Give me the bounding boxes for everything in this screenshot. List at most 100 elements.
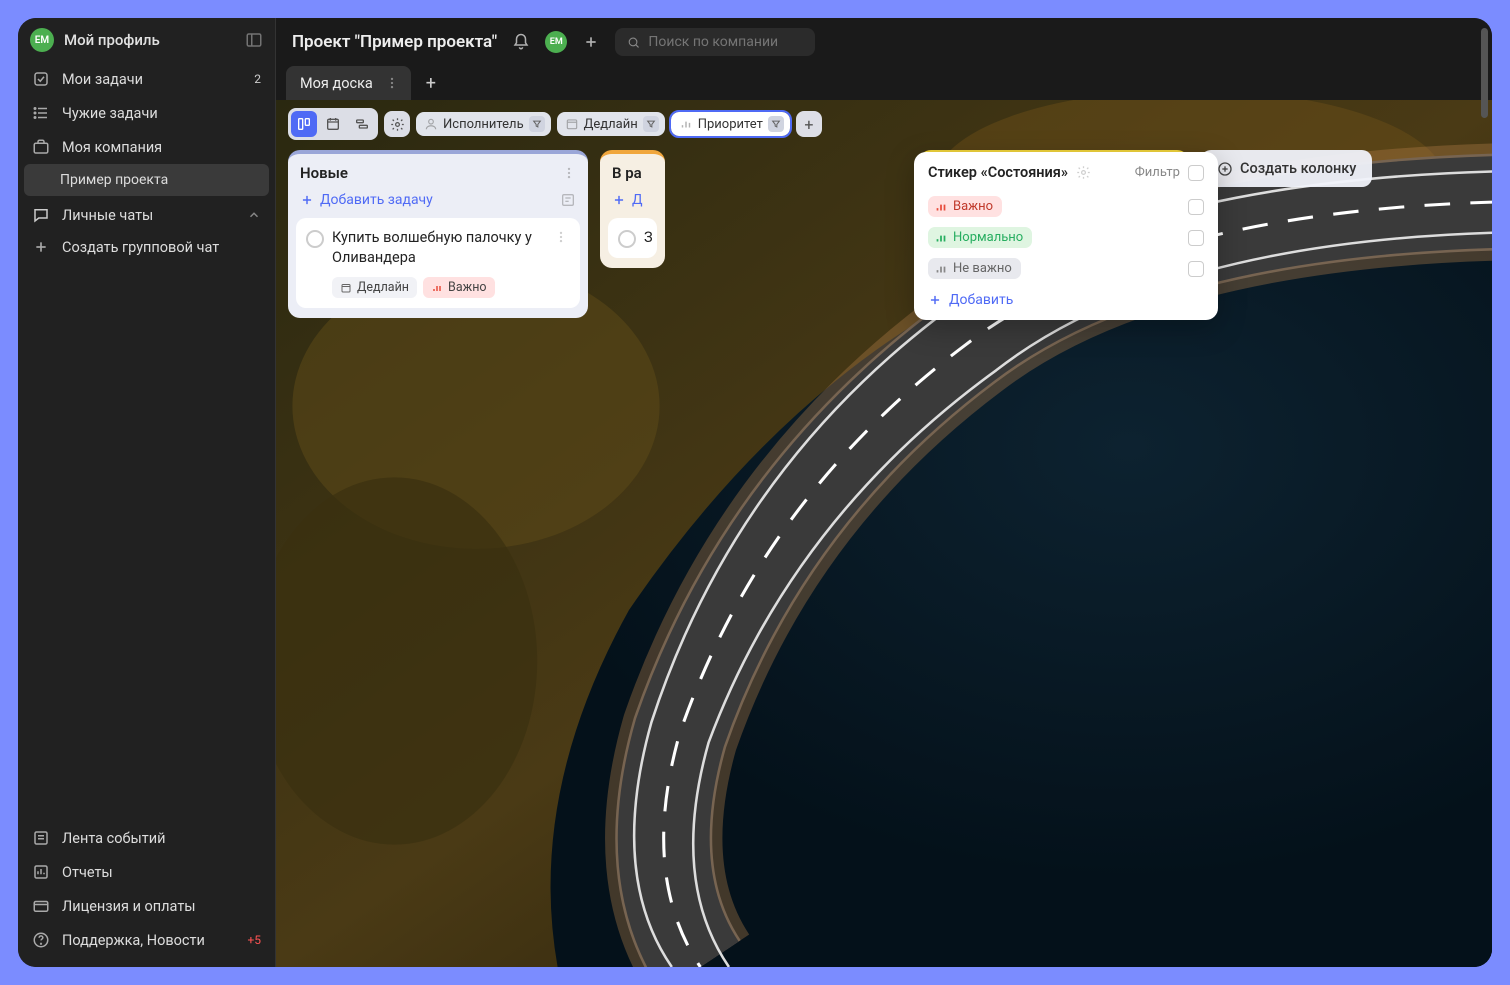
nav-label: Лицензия и оплаты <box>62 898 196 915</box>
task-card[interactable]: Купить волшебную палочку у Оливандера Де… <box>296 218 580 308</box>
tag-deadline[interactable]: Дедлайн <box>332 277 417 298</box>
create-group-chat[interactable]: Создать групповой чат <box>18 230 275 264</box>
add-icon[interactable] <box>581 32 601 52</box>
priority-label: Важно <box>953 199 993 214</box>
nav-label: Моя компания <box>62 139 162 156</box>
column-header: В ра <box>600 154 665 192</box>
add-column-label: Создать колонку <box>1240 160 1356 177</box>
nav-label: Поддержка, Новости <box>62 932 205 949</box>
popover-title: Стикер «Состояния» <box>928 164 1068 181</box>
nav-events[interactable]: Лента событий <box>18 821 275 855</box>
settings-button[interactable] <box>384 111 410 137</box>
section-label: Личные чаты <box>62 207 153 224</box>
filter-icon[interactable] <box>768 116 784 132</box>
calendar-icon <box>565 117 579 131</box>
bars-icon <box>934 262 948 276</box>
gear-icon[interactable] <box>1076 165 1091 180</box>
column-title: В ра <box>612 164 642 182</box>
bars-icon <box>934 231 948 245</box>
board-toolbar: Исполнитель Дедлайн Приоритет + <box>288 108 822 140</box>
option-checkbox[interactable] <box>1188 261 1204 277</box>
task-title: З <box>644 228 653 248</box>
add-task-button[interactable]: Добавить задачу <box>288 192 588 218</box>
timeline-view-button[interactable] <box>349 111 375 137</box>
option-checkbox[interactable] <box>1188 230 1204 246</box>
nav-my-tasks[interactable]: Мои задачи 2 <box>18 62 275 96</box>
priority-option-medium[interactable]: Нормально <box>928 222 1204 253</box>
project-title: Проект "Пример проекта" <box>292 32 497 52</box>
list-icon <box>32 104 50 122</box>
sidebar: EM Мой профиль Мои задачи 2 Чужие задачи… <box>18 18 276 967</box>
filter-icon[interactable] <box>643 116 659 132</box>
task-checkbox[interactable] <box>306 230 324 248</box>
tag-label: Важно <box>448 280 487 295</box>
search-box[interactable] <box>615 28 815 56</box>
card-menu-icon[interactable] <box>552 228 570 246</box>
tab-my-board[interactable]: Моя доска <box>286 66 411 100</box>
chip-deadline[interactable]: Дедлайн <box>557 112 665 136</box>
tag-priority-high[interactable]: Важно <box>423 277 495 298</box>
nav-others-tasks[interactable]: Чужие задачи <box>18 96 275 130</box>
add-tab-button[interactable]: + <box>419 71 443 95</box>
avatar: EM <box>30 28 54 52</box>
priority-label: Не важно <box>953 261 1012 276</box>
section-chats[interactable]: Личные чаты <box>18 196 275 230</box>
plus-circle-icon <box>1217 161 1233 177</box>
task-card[interactable]: З <box>608 218 657 258</box>
help-icon <box>32 931 50 949</box>
chip-assignee[interactable]: Исполнитель <box>416 112 551 136</box>
priority-option-low[interactable]: Не важно <box>928 253 1204 284</box>
filter-icon[interactable] <box>529 116 545 132</box>
task-checkbox[interactable] <box>618 230 636 248</box>
tab-label: Моя доска <box>300 75 373 92</box>
board: Исполнитель Дедлайн Приоритет + <box>276 100 1492 967</box>
plus-icon <box>928 293 942 307</box>
profile-row[interactable]: EM Мой профиль <box>18 18 275 62</box>
priority-popover: Стикер «Состояния» Фильтр Важно Нормальн… <box>914 152 1218 320</box>
bars-icon <box>934 200 948 214</box>
chip-priority[interactable]: Приоритет <box>671 112 790 136</box>
nav-label: Лента событий <box>62 830 166 847</box>
add-column-button[interactable]: Создать колонку <box>1201 150 1372 187</box>
add-task-button[interactable]: Д <box>600 192 665 218</box>
tag-label: Дедлайн <box>357 280 409 295</box>
chip-label: Дедлайн <box>584 117 638 132</box>
chat-icon <box>32 206 50 224</box>
add-chip-button[interactable]: + <box>796 111 822 137</box>
nav-license[interactable]: Лицензия и оплаты <box>18 889 275 923</box>
add-task-label: Д <box>632 192 643 208</box>
search-input[interactable] <box>648 34 803 50</box>
nav-company[interactable]: Моя компания <box>18 130 275 164</box>
support-badge: +5 <box>247 933 261 947</box>
column-inprogress: В ра Д З <box>600 150 665 268</box>
add-priority-button[interactable]: Добавить <box>928 284 1204 308</box>
task-title: Купить волшебную палочку у Оливандера <box>332 228 544 267</box>
priority-option-high[interactable]: Важно <box>928 191 1204 222</box>
kanban-view-button[interactable] <box>291 111 317 137</box>
columns: Новые Добавить задачу Купить волшебную п… <box>288 150 1480 318</box>
nav-project-example[interactable]: Пример проекта <box>24 164 269 196</box>
nav-label: Мои задачи <box>62 71 143 88</box>
filter-checkbox[interactable] <box>1188 165 1204 181</box>
chip-label: Приоритет <box>698 117 763 132</box>
nav-label: Отчеты <box>62 864 113 881</box>
column-title: Новые <box>300 164 348 182</box>
column-menu-icon[interactable] <box>562 166 576 180</box>
tabs: Моя доска + <box>276 66 1492 100</box>
form-icon[interactable] <box>560 192 576 208</box>
bell-icon[interactable] <box>511 32 531 52</box>
nav-label: Чужие задачи <box>62 105 158 122</box>
column-header: Новые <box>288 154 588 192</box>
plus-icon <box>300 193 314 207</box>
panel-toggle-icon[interactable] <box>245 31 263 49</box>
calendar-view-button[interactable] <box>320 111 346 137</box>
nav-reports[interactable]: Отчеты <box>18 855 275 889</box>
header-avatar[interactable]: EM <box>545 31 567 53</box>
nav-support[interactable]: Поддержка, Новости +5 <box>18 923 275 957</box>
scrollbar[interactable] <box>1481 28 1488 118</box>
add-task-label: Добавить задачу <box>320 192 433 208</box>
option-checkbox[interactable] <box>1188 199 1204 215</box>
nav-label: Создать групповой чат <box>62 239 219 256</box>
search-icon <box>627 35 640 50</box>
tab-menu-icon[interactable] <box>381 74 403 92</box>
